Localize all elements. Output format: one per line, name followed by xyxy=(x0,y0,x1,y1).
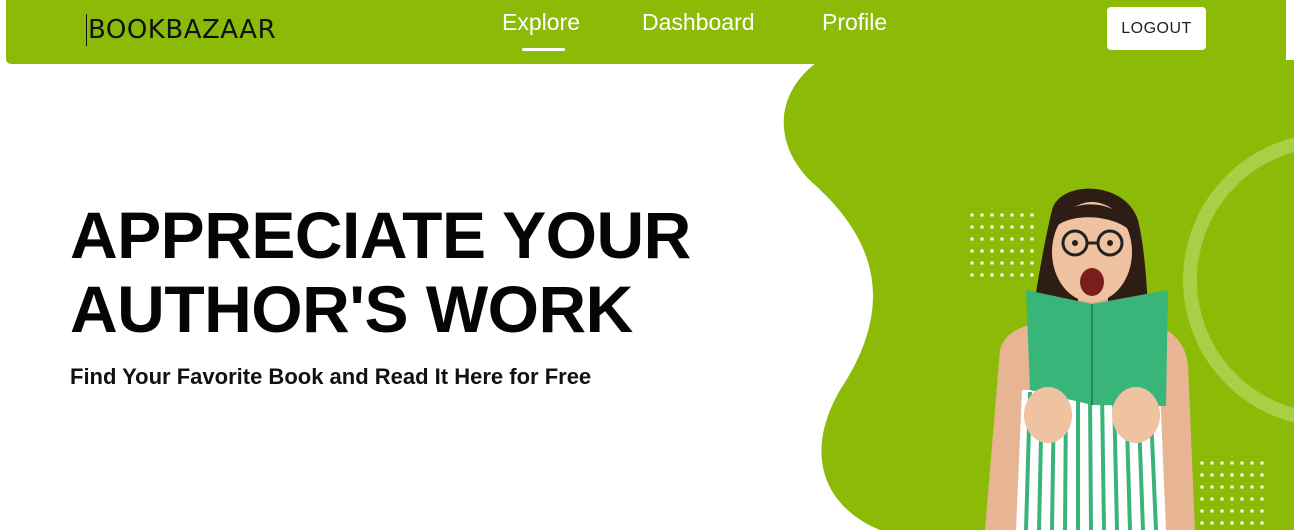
logout-button[interactable]: LOGOUT xyxy=(1107,7,1206,50)
hero-title: APPRECIATE YOUR AUTHOR'S WORK xyxy=(70,198,691,346)
woman-reading-book-illustration xyxy=(985,188,1195,530)
hero-subtitle: Find Your Favorite Book and Read It Here… xyxy=(70,364,592,389)
hero-title-line-2: AUTHOR'S WORK xyxy=(70,272,633,346)
active-nav-indicator xyxy=(522,48,565,51)
nav-link-dashboard[interactable]: Dashboard xyxy=(642,8,755,36)
brand-logo[interactable]: BOOKBAZAAR xyxy=(86,14,276,46)
top-navbar: BOOKBAZAAR Explore Dashboard Profile LOG… xyxy=(6,0,1286,64)
nav-link-profile[interactable]: Profile xyxy=(822,8,887,36)
nav-link-explore[interactable]: Explore xyxy=(502,8,580,36)
hero-title-line-1: APPRECIATE YOUR xyxy=(70,198,691,272)
